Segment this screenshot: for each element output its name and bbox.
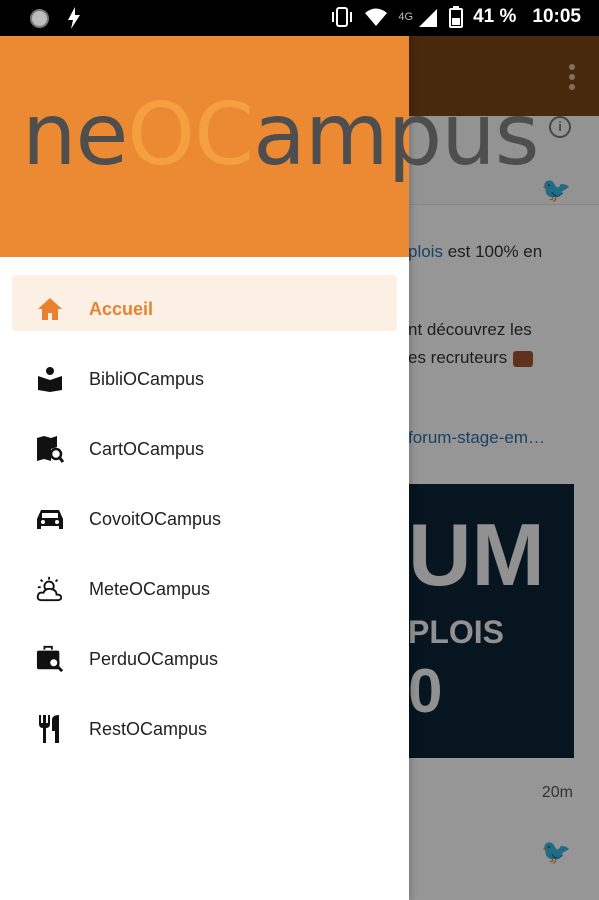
car-icon <box>36 505 64 533</box>
wifi-icon <box>365 8 388 26</box>
menu-label: PerduOCampus <box>89 648 219 669</box>
navigation-drawer: neOCampus Accueil BibliOCampus CartOCamp… <box>0 36 540 900</box>
menu-item-meteo[interactable]: MeteOCampus <box>0 554 409 624</box>
menu-label: RestOCampus <box>89 718 208 739</box>
menu-item-perdu[interactable]: PerduOCampus <box>0 624 409 694</box>
charging-bolt-icon <box>68 7 80 29</box>
menu-label: CartOCampus <box>89 438 205 459</box>
menu-item-resto[interactable]: RestOCampus <box>0 694 409 764</box>
weather-icon <box>36 575 64 603</box>
neocampus-logo: neOCampus <box>22 85 540 185</box>
map-search-icon <box>36 435 64 463</box>
drawer-menu: Accueil BibliOCampus CartOCampus CovoitO… <box>0 274 409 764</box>
menu-item-covoit[interactable]: CovoitOCampus <box>0 484 409 554</box>
clock: 10:05 <box>532 6 581 27</box>
vibrate-icon <box>332 7 353 27</box>
notification-dot-icon <box>30 8 49 28</box>
battery-icon <box>449 6 464 28</box>
book-reader-icon <box>36 365 64 393</box>
menu-item-biblio[interactable]: BibliOCampus <box>0 344 409 414</box>
menu-label: Accueil <box>89 298 154 319</box>
menu-label: BibliOCampus <box>89 368 205 389</box>
home-icon <box>36 295 64 323</box>
network-type: 4G <box>398 11 414 23</box>
status-bar: 4G 41 % 10:05 <box>0 0 599 36</box>
drawer-header: neOCampus <box>0 36 540 257</box>
menu-item-accueil[interactable]: Accueil <box>0 274 409 344</box>
signal-icon <box>419 9 438 27</box>
menu-label: CovoitOCampus <box>89 508 222 529</box>
menu-label: MeteOCampus <box>89 578 211 599</box>
lost-luggage-icon <box>36 645 64 673</box>
battery-level: 41 % <box>473 6 517 27</box>
menu-item-carto[interactable]: CartOCampus <box>0 414 409 484</box>
active-highlight <box>12 275 397 331</box>
restaurant-icon <box>36 715 64 743</box>
